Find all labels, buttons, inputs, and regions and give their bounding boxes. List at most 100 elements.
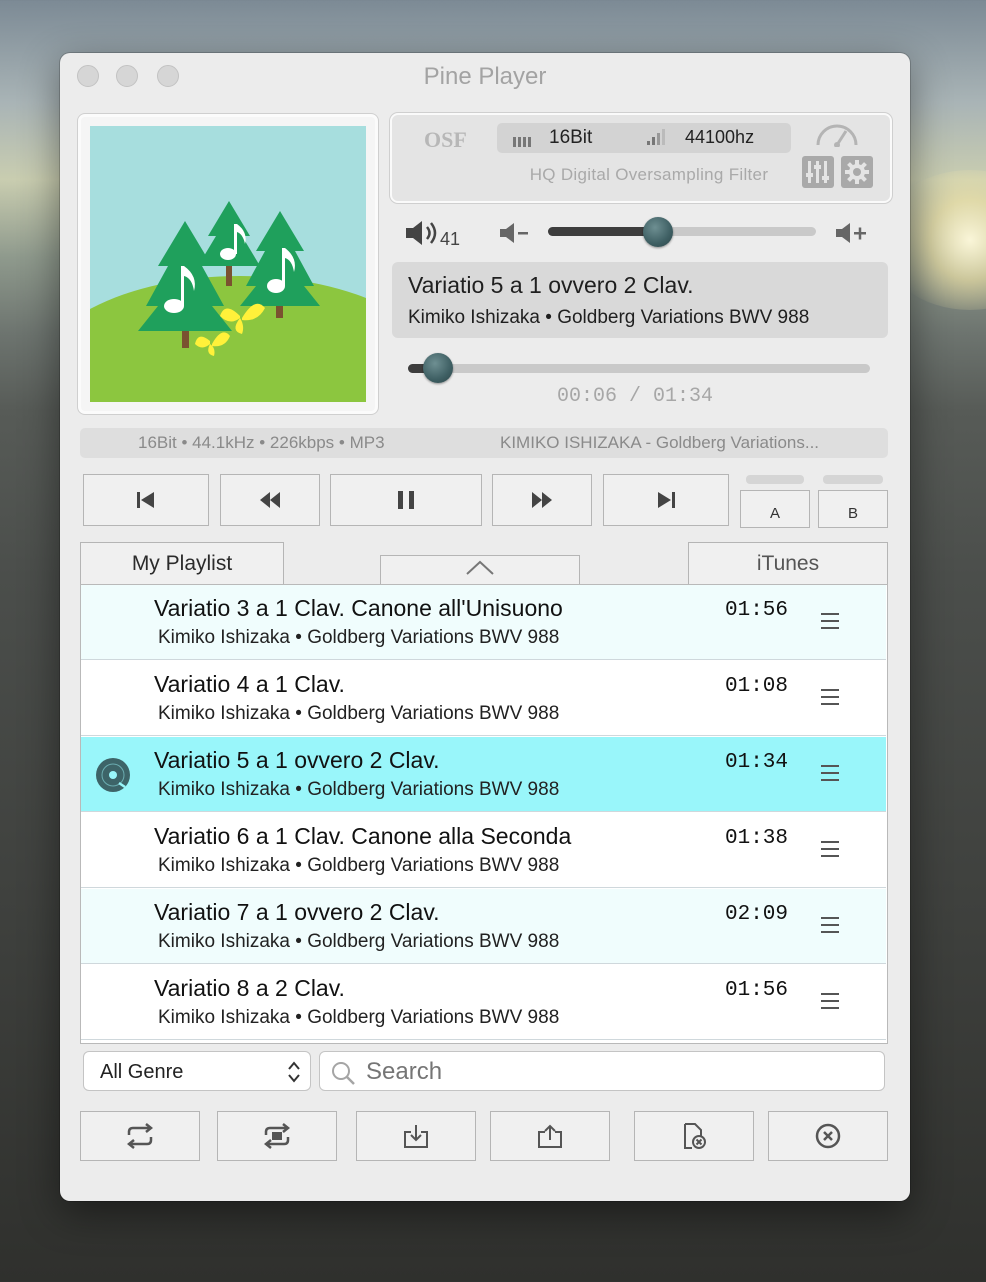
sample-rate-icon xyxy=(647,129,665,150)
track-duration: 01:08 xyxy=(725,675,789,698)
remove-file-button[interactable] xyxy=(634,1111,754,1161)
collapse-toggle-button[interactable] xyxy=(380,555,580,584)
now-playing-subtitle: Kimiko Ishizaka • Goldberg Variations BW… xyxy=(408,307,810,328)
volume-slider-knob[interactable] xyxy=(642,217,673,247)
import-button[interactable] xyxy=(356,1111,476,1161)
gauge-icon[interactable] xyxy=(814,121,860,152)
download-tray-icon xyxy=(404,1125,428,1148)
repeat-button[interactable] xyxy=(80,1111,200,1161)
close-circle-icon xyxy=(815,1123,841,1149)
track-title: Variatio 3 a 1 Clav. Canone all'Unisuono xyxy=(154,595,563,621)
track-title: Variatio 5 a 1 ovvero 2 Clav. xyxy=(154,747,440,773)
track-title: Variatio 8 a 2 Clav. xyxy=(154,975,345,1001)
row-menu-icon[interactable] xyxy=(821,765,839,786)
track-subtitle: Kimiko Ishizaka • Goldberg Variations BW… xyxy=(158,627,560,648)
loop-a-label: A xyxy=(769,504,780,522)
search-icon xyxy=(330,1060,356,1091)
speaker-icon xyxy=(404,219,440,252)
row-menu-icon[interactable] xyxy=(821,993,839,1014)
repeat-all-button[interactable] xyxy=(217,1111,337,1161)
track-subtitle: Kimiko Ishizaka • Goldberg Variations BW… xyxy=(158,855,560,876)
track-duration: 02:09 xyxy=(725,903,789,926)
skip-back-icon xyxy=(137,492,154,508)
window-title: Pine Player xyxy=(423,63,547,90)
skip-forward-icon xyxy=(658,492,675,508)
row-menu-icon[interactable] xyxy=(821,613,839,634)
track-title: Variatio 4 a 1 Clav. xyxy=(154,671,345,697)
next-track-button[interactable] xyxy=(603,474,729,526)
osf-panel: OSF 16Bit 44100hz HQ Digital Oversamplin… xyxy=(390,113,892,203)
playlist-row[interactable]: Variatio 6 a 1 Clav. Canone alla Seconda… xyxy=(81,813,886,888)
loop-a-button[interactable]: A xyxy=(740,490,810,528)
playback-time: 00:06 / 01:34 xyxy=(557,385,714,408)
track-duration: 01:56 xyxy=(725,979,789,1002)
loop-a-indicator xyxy=(746,475,804,484)
settings-gear-icon[interactable] xyxy=(841,156,873,193)
row-menu-icon[interactable] xyxy=(821,917,839,938)
track-info: KIMIKO ISHIZAKA - Goldberg Variations... xyxy=(500,433,820,452)
loop-b-button[interactable]: B xyxy=(818,490,888,528)
track-title: Variatio 6 a 1 Clav. Canone alla Seconda xyxy=(154,823,572,849)
now-playing-title: Variatio 5 a 1 ovvero 2 Clav. xyxy=(408,272,694,298)
now-playing-panel: Variatio 5 a 1 ovvero 2 Clav. Kimiko Ish… xyxy=(392,262,888,338)
track-subtitle: Kimiko Ishizaka • Goldberg Variations BW… xyxy=(158,931,560,952)
now-playing-disc-icon xyxy=(95,757,131,798)
playlist-row[interactable]: Variatio 8 a 2 Clav. Kimiko Ishizaka • Go… xyxy=(81,965,886,1040)
album-art-frame xyxy=(77,113,379,415)
bit-depth-icon xyxy=(513,134,531,152)
playlist-row[interactable]: Variatio 7 a 1 ovvero 2 Clav. Kimiko Ishi… xyxy=(81,889,886,964)
volume-row: 41 xyxy=(400,213,900,253)
pause-icon xyxy=(398,491,414,509)
tab-itunes[interactable]: iTunes xyxy=(688,542,888,584)
progress-slider[interactable] xyxy=(408,364,870,373)
playlist-row[interactable]: Variatio 3 a 1 Clav. Canone all'Unisuono… xyxy=(81,585,886,660)
volume-level: 41 xyxy=(440,229,461,249)
fast-forward-button[interactable] xyxy=(492,474,592,526)
previous-track-button[interactable] xyxy=(83,474,209,526)
clear-playlist-button[interactable] xyxy=(768,1111,888,1161)
volume-down-icon[interactable] xyxy=(498,221,532,250)
volume-slider-fill xyxy=(548,227,658,236)
chevron-up-icon xyxy=(466,560,494,575)
share-button[interactable] xyxy=(490,1111,610,1161)
genre-select[interactable]: All Genre xyxy=(83,1051,311,1091)
row-menu-icon[interactable] xyxy=(821,841,839,862)
search-field[interactable] xyxy=(319,1051,885,1091)
pause-button[interactable] xyxy=(330,474,482,526)
info-bar: 16Bit • 44.1kHz • 226kbps • MP3 KIMIKO I… xyxy=(80,428,888,458)
osf-logo: OSF xyxy=(424,127,467,152)
track-subtitle: Kimiko Ishizaka • Goldberg Variations BW… xyxy=(158,703,560,724)
track-duration: 01:34 xyxy=(725,751,789,774)
volume-slider[interactable] xyxy=(548,227,816,236)
album-art xyxy=(90,126,366,402)
sample-rate-label: 44100hz xyxy=(685,127,755,147)
progress-slider-knob[interactable] xyxy=(423,353,454,383)
track-title: Variatio 7 a 1 ovvero 2 Clav. xyxy=(154,899,440,925)
track-subtitle: Kimiko Ishizaka • Goldberg Variations BW… xyxy=(158,779,560,800)
playlist: Variatio 3 a 1 Clav. Canone all'Unisuono… xyxy=(80,584,888,1044)
repeat-icon xyxy=(126,1123,154,1149)
track-subtitle: Kimiko Ishizaka • Goldberg Variations BW… xyxy=(158,1007,560,1028)
repeat-all-icon xyxy=(263,1123,291,1149)
hq-filter-label: HQ Digital Oversampling Filter xyxy=(529,165,769,184)
playlist-row[interactable]: Variatio 5 a 1 ovvero 2 Clav. Kimiko Ishi… xyxy=(81,737,886,812)
loop-b-indicator xyxy=(823,475,883,484)
fast-forward-icon xyxy=(532,492,552,508)
share-icon xyxy=(538,1124,562,1148)
tab-my-playlist[interactable]: My Playlist xyxy=(80,542,284,584)
equalizer-icon[interactable] xyxy=(802,156,834,193)
bit-depth-label: 16Bit xyxy=(549,127,593,148)
format-info: 16Bit • 44.1kHz • 226kbps • MP3 xyxy=(138,433,385,452)
search-input[interactable] xyxy=(364,1056,868,1088)
file-remove-icon xyxy=(684,1123,706,1149)
row-menu-icon[interactable] xyxy=(821,689,839,710)
title-bar: Pine Player xyxy=(60,53,910,99)
loop-b-label: B xyxy=(847,504,858,522)
rewind-icon xyxy=(260,492,280,508)
playlist-row[interactable]: Variatio 4 a 1 Clav. Kimiko Ishizaka • Go… xyxy=(81,661,886,736)
select-arrows-icon xyxy=(286,1060,302,1089)
player-window: Pine Player OSF 16Bit 44100hz HQ Digital… xyxy=(60,53,910,1201)
volume-up-icon[interactable] xyxy=(834,221,870,250)
format-pill: 16Bit 44100hz xyxy=(497,123,791,153)
rewind-button[interactable] xyxy=(220,474,320,526)
